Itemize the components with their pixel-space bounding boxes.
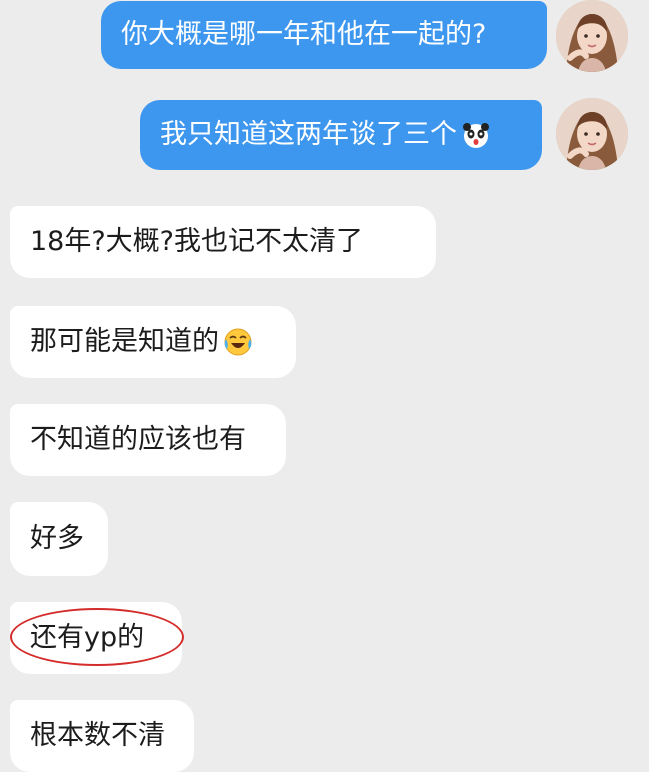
chat-message-incoming: 那可能是知道的 [10,306,296,378]
message-text: 那可能是知道的 [30,326,219,357]
chat-message-incoming: 好多 [10,502,108,576]
chat-message-incoming: 根本数不清 [10,700,194,772]
message-text: 不知道的应该也有 [30,424,246,455]
message-bubble[interactable]: 你大概是哪一年和他在一起的? [101,1,547,69]
message-text: 18年?大概?我也记不太清了 [30,226,364,257]
message-bubble[interactable]: 我只知道这两年谈了三个 [140,100,542,170]
avatar[interactable] [556,0,628,72]
message-bubble[interactable]: 根本数不清 [10,700,194,772]
chat-message-incoming: 还有yp的 [10,602,182,674]
chat-message-incoming: 18年?大概?我也记不太清了 [10,206,436,278]
message-bubble[interactable]: 不知道的应该也有 [10,404,286,476]
message-bubble[interactable]: 那可能是知道的 [10,306,296,378]
chat-message-outgoing: 我只知道这两年谈了三个 [140,100,542,170]
message-bubble[interactable]: 好多 [10,502,108,576]
message-text: 还有yp的 [30,622,145,653]
message-text: 我只知道这两年谈了三个 [160,119,457,150]
message-bubble[interactable]: 还有yp的 [10,602,182,674]
chat-conversation: 你大概是哪一年和他在一起的? 我只知道这两年谈了三个 18年?大概?我也记不太清… [0,0,649,772]
avatar-photo-icon [556,0,628,72]
message-text: 好多 [30,523,84,554]
avatar-photo-icon [556,98,628,170]
chat-message-outgoing: 你大概是哪一年和他在一起的? [101,1,547,69]
avatar[interactable] [556,98,628,170]
chat-message-incoming: 不知道的应该也有 [10,404,286,476]
message-text: 根本数不清 [30,720,165,751]
shocked-panda-emoji-icon [461,120,491,150]
message-bubble[interactable]: 18年?大概?我也记不太清了 [10,206,436,278]
message-text: 你大概是哪一年和他在一起的? [121,19,487,50]
crying-laughing-emoji-icon [223,327,253,357]
